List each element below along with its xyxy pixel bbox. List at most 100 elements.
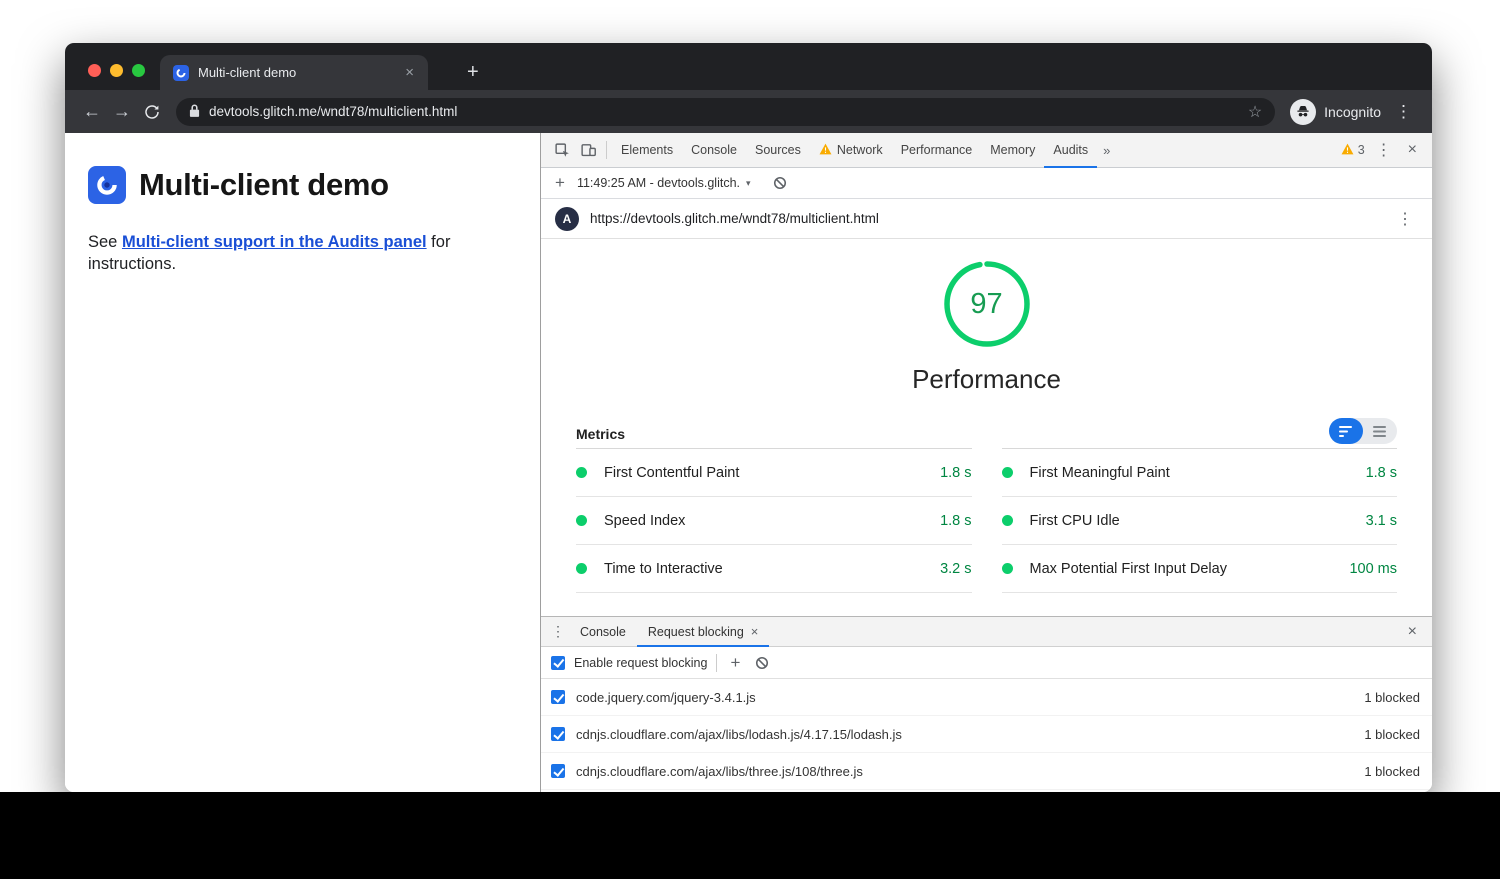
pattern-text: cdnjs.cloudflare.com/ajax/libs/lodash.js… <box>576 727 1353 742</box>
glitch-favicon-icon <box>173 65 189 81</box>
address-bar[interactable]: devtools.glitch.me/wndt78/multiclient.ht… <box>176 98 1275 126</box>
clear-audits-icon[interactable] <box>773 176 787 190</box>
compact-view-icon[interactable] <box>1329 418 1363 444</box>
device-toolbar-icon[interactable] <box>575 137 601 163</box>
warning-icon <box>1341 143 1354 158</box>
lighthouse-report: 97 Performance Metrics First Contentful … <box>541 239 1432 616</box>
tab-memory[interactable]: Memory <box>981 133 1044 168</box>
close-window-button[interactable] <box>88 64 101 77</box>
performance-score: 97 <box>943 260 1031 348</box>
pattern-checkbox[interactable] <box>551 727 565 741</box>
metrics-column-left: Metrics First Contentful Paint 1.8 s Spe… <box>576 419 972 593</box>
tab-elements[interactable]: Elements <box>612 133 682 168</box>
drawer-tab-request-blocking[interactable]: Request blocking × <box>637 617 770 647</box>
metric-row-tti: Time to Interactive 3.2 s <box>576 545 972 593</box>
devtools-toolbar: Elements Console Sources Network Perform… <box>541 133 1432 168</box>
tab-sources[interactable]: Sources <box>746 133 810 168</box>
chevron-down-icon: ▾ <box>746 178 751 189</box>
enable-blocking-label: Enable request blocking <box>574 656 707 670</box>
report-menu-icon[interactable]: ⋮ <box>1392 209 1418 229</box>
pattern-checkbox[interactable] <box>551 690 565 704</box>
tab-performance[interactable]: Performance <box>892 133 982 168</box>
metric-value: 1.8 s <box>1366 465 1397 481</box>
enable-blocking-checkbox[interactable] <box>551 656 565 670</box>
maximize-window-button[interactable] <box>132 64 145 77</box>
metric-label: First Meaningful Paint <box>1030 465 1366 481</box>
drawer-tab-close-icon[interactable]: × <box>751 624 759 639</box>
metric-row-fcp: First Contentful Paint 1.8 s <box>576 449 972 497</box>
pattern-text: cdnjs.cloudflare.com/ajax/libs/three.js/… <box>576 764 1353 779</box>
tab-close-icon[interactable]: × <box>401 63 418 82</box>
metrics-view-toggle[interactable] <box>1329 418 1397 444</box>
pattern-checkbox[interactable] <box>551 764 565 778</box>
forward-button[interactable]: → <box>107 101 137 122</box>
metrics-section: Metrics First Contentful Paint 1.8 s Spe… <box>541 419 1432 593</box>
metrics-header: Metrics <box>576 419 972 449</box>
page-header: Multi-client demo <box>88 166 540 204</box>
network-warning-icon <box>819 143 832 158</box>
devtools-panel: Elements Console Sources Network Perform… <box>540 133 1432 792</box>
metric-pass-icon <box>1002 467 1013 478</box>
metric-pass-icon <box>1002 515 1013 526</box>
url-text[interactable]: devtools.glitch.me/wndt78/multiclient.ht… <box>209 104 1239 119</box>
site-icon: A <box>555 207 579 231</box>
page-paragraph: See Multi-client support in the Audits p… <box>88 231 503 276</box>
metrics-header-label: Metrics <box>576 426 625 442</box>
incognito-indicator: Incognito <box>1290 99 1381 125</box>
remove-all-patterns-icon[interactable] <box>755 656 769 670</box>
metric-row-cpu-idle: First CPU Idle 3.1 s <box>1002 497 1398 545</box>
back-button[interactable]: ← <box>77 101 107 122</box>
list-view-icon[interactable] <box>1363 418 1397 444</box>
performance-score-gauge[interactable]: 97 <box>943 260 1031 348</box>
blocked-pattern-row[interactable]: cdnjs.cloudflare.com/ajax/libs/three.js/… <box>541 753 1432 790</box>
new-audit-button[interactable]: + <box>551 173 569 193</box>
desktop-background <box>0 792 1500 879</box>
more-tabs-icon[interactable]: » <box>1097 143 1116 158</box>
browser-tab[interactable]: Multi-client demo × <box>160 55 428 90</box>
blocked-pattern-row[interactable]: cdnjs.cloudflare.com/ajax/libs/lodash.js… <box>541 716 1432 753</box>
drawer-menu-icon[interactable]: ⋮ <box>547 623 569 640</box>
metric-label: Time to Interactive <box>604 561 940 577</box>
metric-value: 1.8 s <box>940 465 971 481</box>
tab-console[interactable]: Console <box>682 133 746 168</box>
screenshot-stage: Multi-client demo × + ← → devtools.glitc… <box>0 0 1500 879</box>
page-title: Multi-client demo <box>139 167 389 203</box>
inspect-element-icon[interactable] <box>549 137 575 163</box>
metric-label: First CPU Idle <box>1030 513 1366 529</box>
category-title[interactable]: Performance <box>912 364 1061 395</box>
drawer-tab-console[interactable]: Console <box>569 617 637 647</box>
drawer-tab-label: Request blocking <box>648 625 744 639</box>
incognito-icon <box>1290 99 1316 125</box>
devtools-close-icon[interactable]: × <box>1403 141 1422 159</box>
lock-icon <box>189 103 200 121</box>
add-pattern-button[interactable]: + <box>726 653 744 673</box>
reload-button[interactable] <box>137 103 167 121</box>
metrics-column-right: First Meaningful Paint 1.8 s First CPU I… <box>1002 419 1398 593</box>
audited-url: https://devtools.glitch.me/wndt78/multic… <box>590 211 1381 226</box>
bookmark-star-icon[interactable]: ☆ <box>1248 102 1262 122</box>
devtools-menu-icon[interactable]: ⋮ <box>1371 140 1397 160</box>
metric-pass-icon <box>1002 563 1013 574</box>
tab-audits[interactable]: Audits <box>1044 133 1097 168</box>
blocked-pattern-row[interactable]: code.jquery.com/jquery-3.4.1.js 1 blocke… <box>541 679 1432 716</box>
metrics-header-spacer <box>1002 419 1398 449</box>
metric-value: 1.8 s <box>940 513 971 529</box>
drawer-tab-bar: ⋮ Console Request blocking × × <box>541 617 1432 647</box>
audit-session-label: 11:49:25 AM - devtools.glitch. <box>577 176 740 190</box>
blocked-count: 1 blocked <box>1364 727 1420 742</box>
audits-support-link[interactable]: Multi-client support in the Audits panel <box>122 233 427 251</box>
tab-network[interactable]: Network <box>810 133 892 168</box>
issues-counter[interactable]: 3 <box>1341 143 1365 158</box>
minimize-window-button[interactable] <box>110 64 123 77</box>
metric-pass-icon <box>576 515 587 526</box>
audit-session-dropdown[interactable]: 11:49:25 AM - devtools.glitch. ▾ <box>577 176 751 190</box>
tab-strip: Multi-client demo × + <box>65 43 1432 90</box>
metric-value: 3.2 s <box>940 561 971 577</box>
devtools-toolbar-right: 3 ⋮ × <box>1341 140 1426 160</box>
paragraph-prefix: See <box>88 233 122 251</box>
tab-title: Multi-client demo <box>198 65 392 80</box>
drawer-close-icon[interactable]: × <box>1399 623 1426 641</box>
browser-menu-icon[interactable]: ⋮ <box>1387 102 1420 122</box>
new-tab-button[interactable]: + <box>459 59 487 86</box>
warning-count-label: 3 <box>1358 143 1365 157</box>
